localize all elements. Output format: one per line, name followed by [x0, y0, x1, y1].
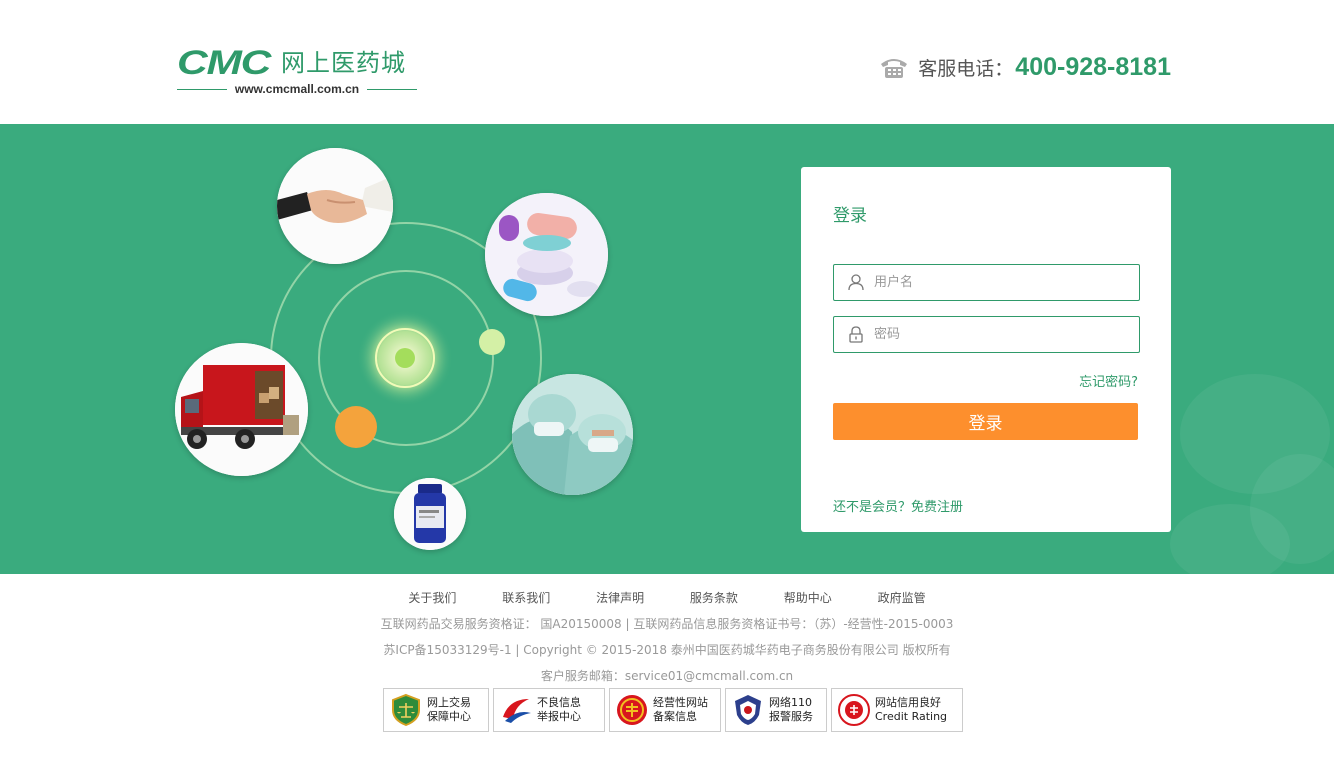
red-seal-icon — [617, 695, 647, 725]
badge-credit-rating[interactable]: 网站信用良好 Credit Rating — [831, 688, 963, 732]
badge-label: Credit Rating — [875, 710, 948, 723]
username-field[interactable] — [833, 264, 1140, 301]
surgeons-image — [512, 374, 633, 495]
footer: 关于我们 联系我们 法律声明 服务条款 帮助中心 政府监管 互联网药品交易服务资… — [0, 574, 1334, 769]
shield-scale-icon — [392, 693, 420, 727]
footer-link-about[interactable]: 关于我们 — [408, 589, 456, 606]
login-button[interactable]: 登录 — [833, 403, 1138, 440]
forgot-password-link[interactable]: 忘记密码? — [1079, 371, 1138, 390]
footer-link-help[interactable]: 帮助中心 — [784, 589, 832, 606]
user-icon — [848, 274, 864, 291]
badge-label: 报警服务 — [769, 710, 813, 723]
badge-label: 网络110 — [769, 696, 812, 709]
glowing-center-icon — [357, 310, 453, 406]
report-swoosh-icon — [503, 699, 531, 723]
logo-divider — [177, 88, 227, 90]
badge-site-record[interactable]: 经营性网站 备案信息 — [609, 688, 721, 732]
telephone-icon — [881, 59, 908, 78]
footer-link-legal[interactable]: 法律声明 — [596, 589, 644, 606]
register-link[interactable]: 还不是会员？免费注册 — [833, 496, 963, 515]
password-field[interactable] — [833, 316, 1140, 353]
orange-dot-icon — [335, 406, 377, 448]
badge-label: 网上交易 — [427, 696, 471, 709]
logo-brand: CMC — [177, 44, 271, 82]
header: CMC 网上医药城 www.cmcmall.com.cn 客服电话： 400-9… — [0, 0, 1334, 124]
badge-police-110[interactable]: 网络110 报警服务 — [725, 688, 827, 732]
medicine-bottle-image — [394, 478, 466, 550]
service-email: 客户服务邮箱：service01@cmcmall.com.cn — [540, 669, 794, 683]
handshake-image — [277, 148, 393, 264]
badge-label: 网站信用良好 — [875, 696, 941, 709]
badge-label: 经营性网站 — [653, 696, 708, 709]
logo-divider — [367, 88, 418, 90]
hero-banner: 登录 忘记密码? 登录 还不是会员？免费注册 — [0, 124, 1334, 574]
badge-label: 不良信息 — [537, 696, 581, 709]
trust-badges: 网上交易 保障中心 不良信息 举报中心 经营性网站 备案信息 网络110 报警服务 — [383, 688, 963, 732]
badge-label: 备案信息 — [653, 710, 697, 723]
license-info: 互联网药品交易服务资格证： 国A20150008 | 互联网药品信息服务资格证书… — [380, 617, 954, 631]
footer-links: 关于我们 联系我们 法律声明 服务条款 帮助中心 政府监管 — [0, 589, 1334, 606]
username-input[interactable] — [874, 265, 1129, 300]
customer-hotline: 客服电话： 400-928-8181 — [878, 50, 1171, 84]
police-badge-icon — [735, 695, 761, 725]
copyright: 苏ICP备15033129号-1 | Copyright © 2015-2018… — [383, 643, 951, 657]
hotline-number: 400-928-8181 — [1015, 52, 1171, 81]
logo-url: www.cmcmall.com.cn — [234, 82, 360, 96]
badge-trade-protection[interactable]: 网上交易 保障中心 — [383, 688, 489, 732]
trust-stamp-icon — [838, 694, 870, 726]
delivery-truck-image — [175, 343, 308, 476]
password-input[interactable] — [874, 317, 1129, 352]
login-title: 登录 — [833, 206, 867, 226]
lock-icon — [849, 326, 863, 343]
badge-report-center[interactable]: 不良信息 举报中心 — [493, 688, 605, 732]
site-logo[interactable]: CMC 网上医药城 www.cmcmall.com.cn — [177, 44, 418, 98]
green-dot-icon — [479, 329, 505, 355]
badge-label: 保障中心 — [427, 710, 471, 723]
badge-label: 举报中心 — [537, 710, 581, 723]
footer-link-terms[interactable]: 服务条款 — [690, 589, 738, 606]
footer-link-regulation[interactable]: 政府监管 — [878, 589, 926, 606]
hotline-label: 客服电话： — [918, 57, 1014, 80]
footer-link-contact[interactable]: 联系我们 — [502, 589, 550, 606]
login-card: 登录 忘记密码? 登录 还不是会员？免费注册 — [801, 167, 1171, 532]
pills-image — [485, 193, 608, 316]
background-pill — [1170, 504, 1290, 574]
